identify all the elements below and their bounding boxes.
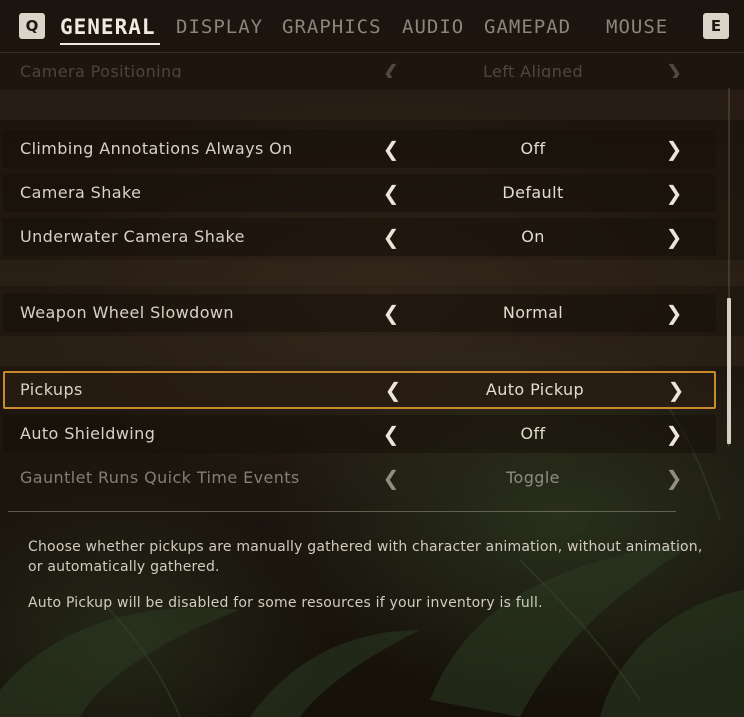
setting-row-pickups[interactable]: Pickups ❮ Auto Pickup ❯	[3, 371, 716, 409]
setting-row-climbing-annotations[interactable]: Climbing Annotations Always On ❮ Off ❯	[3, 130, 716, 168]
setting-value: Left Aligned	[482, 62, 584, 78]
tab-bar: Q GENERAL DISPLAY GRAPHICS AUDIO GAMEPAD…	[0, 0, 744, 56]
setting-value: Auto Pickup	[485, 380, 585, 399]
setting-value: Off	[520, 424, 546, 443]
arrow-left-icon[interactable]: ❮	[381, 130, 401, 168]
setting-label: Weapon Wheel Slowdown	[20, 303, 234, 322]
tab-general[interactable]: GENERAL	[60, 12, 156, 42]
setting-description-note: Auto Pickup will be disabled for some re…	[28, 595, 543, 611]
scrollbar-thumb[interactable]	[727, 298, 731, 444]
arrow-left-icon[interactable]: ❮	[381, 56, 401, 78]
description-divider	[8, 511, 676, 512]
arrow-right-icon[interactable]: ❯	[664, 130, 684, 168]
prev-tab-key[interactable]: Q	[19, 13, 45, 39]
setting-label: Underwater Camera Shake	[20, 227, 245, 246]
setting-label: Camera Shake	[20, 183, 142, 202]
setting-row-camera-shake[interactable]: Camera Shake ❮ Default ❯	[3, 174, 716, 212]
arrow-left-icon[interactable]: ❮	[381, 415, 401, 453]
setting-row-camera-positioning[interactable]: Camera Positioning ❮ Left Aligned ❯	[3, 56, 716, 78]
active-tab-underline	[60, 43, 160, 45]
arrow-right-icon[interactable]: ❯	[664, 459, 684, 497]
tab-graphics[interactable]: GRAPHICS	[282, 12, 382, 42]
setting-label: Climbing Annotations Always On	[20, 139, 293, 158]
setting-row-auto-shieldwing[interactable]: Auto Shieldwing ❮ Off ❯	[3, 415, 716, 453]
tab-display[interactable]: DISPLAY	[176, 12, 263, 42]
arrow-right-icon[interactable]: ❯	[664, 174, 684, 212]
arrow-right-icon[interactable]: ❯	[664, 415, 684, 453]
arrow-right-icon[interactable]: ❯	[664, 56, 684, 78]
setting-row-underwater-camera-shake[interactable]: Underwater Camera Shake ❮ On ❯	[3, 218, 716, 256]
setting-label: Auto Shieldwing	[20, 424, 156, 443]
setting-row-weapon-wheel-slowdown[interactable]: Weapon Wheel Slowdown ❮ Normal ❯	[3, 294, 716, 332]
arrow-right-icon[interactable]: ❯	[664, 218, 684, 256]
arrow-right-icon[interactable]: ❯	[666, 373, 686, 407]
setting-value: Off	[520, 139, 546, 158]
tab-bar-divider	[0, 52, 744, 53]
tab-audio[interactable]: AUDIO	[402, 12, 464, 42]
tab-gamepad[interactable]: GAMEPAD	[484, 12, 571, 42]
setting-value: On	[521, 227, 545, 246]
next-tab-key[interactable]: E	[703, 13, 729, 39]
arrow-right-icon[interactable]: ❯	[664, 294, 684, 332]
setting-value: Default	[502, 183, 564, 202]
arrow-left-icon[interactable]: ❮	[383, 373, 403, 407]
setting-row-gauntlet-runs[interactable]: Gauntlet Runs Quick Time Events ❮ Toggle…	[3, 459, 716, 497]
settings-screen: Q GENERAL DISPLAY GRAPHICS AUDIO GAMEPAD…	[0, 0, 744, 717]
arrow-left-icon[interactable]: ❮	[381, 218, 401, 256]
arrow-left-icon[interactable]: ❮	[381, 174, 401, 212]
setting-description: Choose whether pickups are manually gath…	[28, 539, 703, 575]
setting-label: Gauntlet Runs Quick Time Events	[20, 468, 300, 487]
tab-mouse[interactable]: MOUSE	[606, 12, 668, 42]
setting-label: Pickups	[20, 380, 83, 399]
arrow-left-icon[interactable]: ❮	[381, 294, 401, 332]
setting-label: Camera Positioning	[20, 62, 183, 78]
arrow-left-icon[interactable]: ❮	[381, 459, 401, 497]
setting-value: Toggle	[506, 468, 560, 487]
setting-value: Normal	[502, 303, 564, 322]
